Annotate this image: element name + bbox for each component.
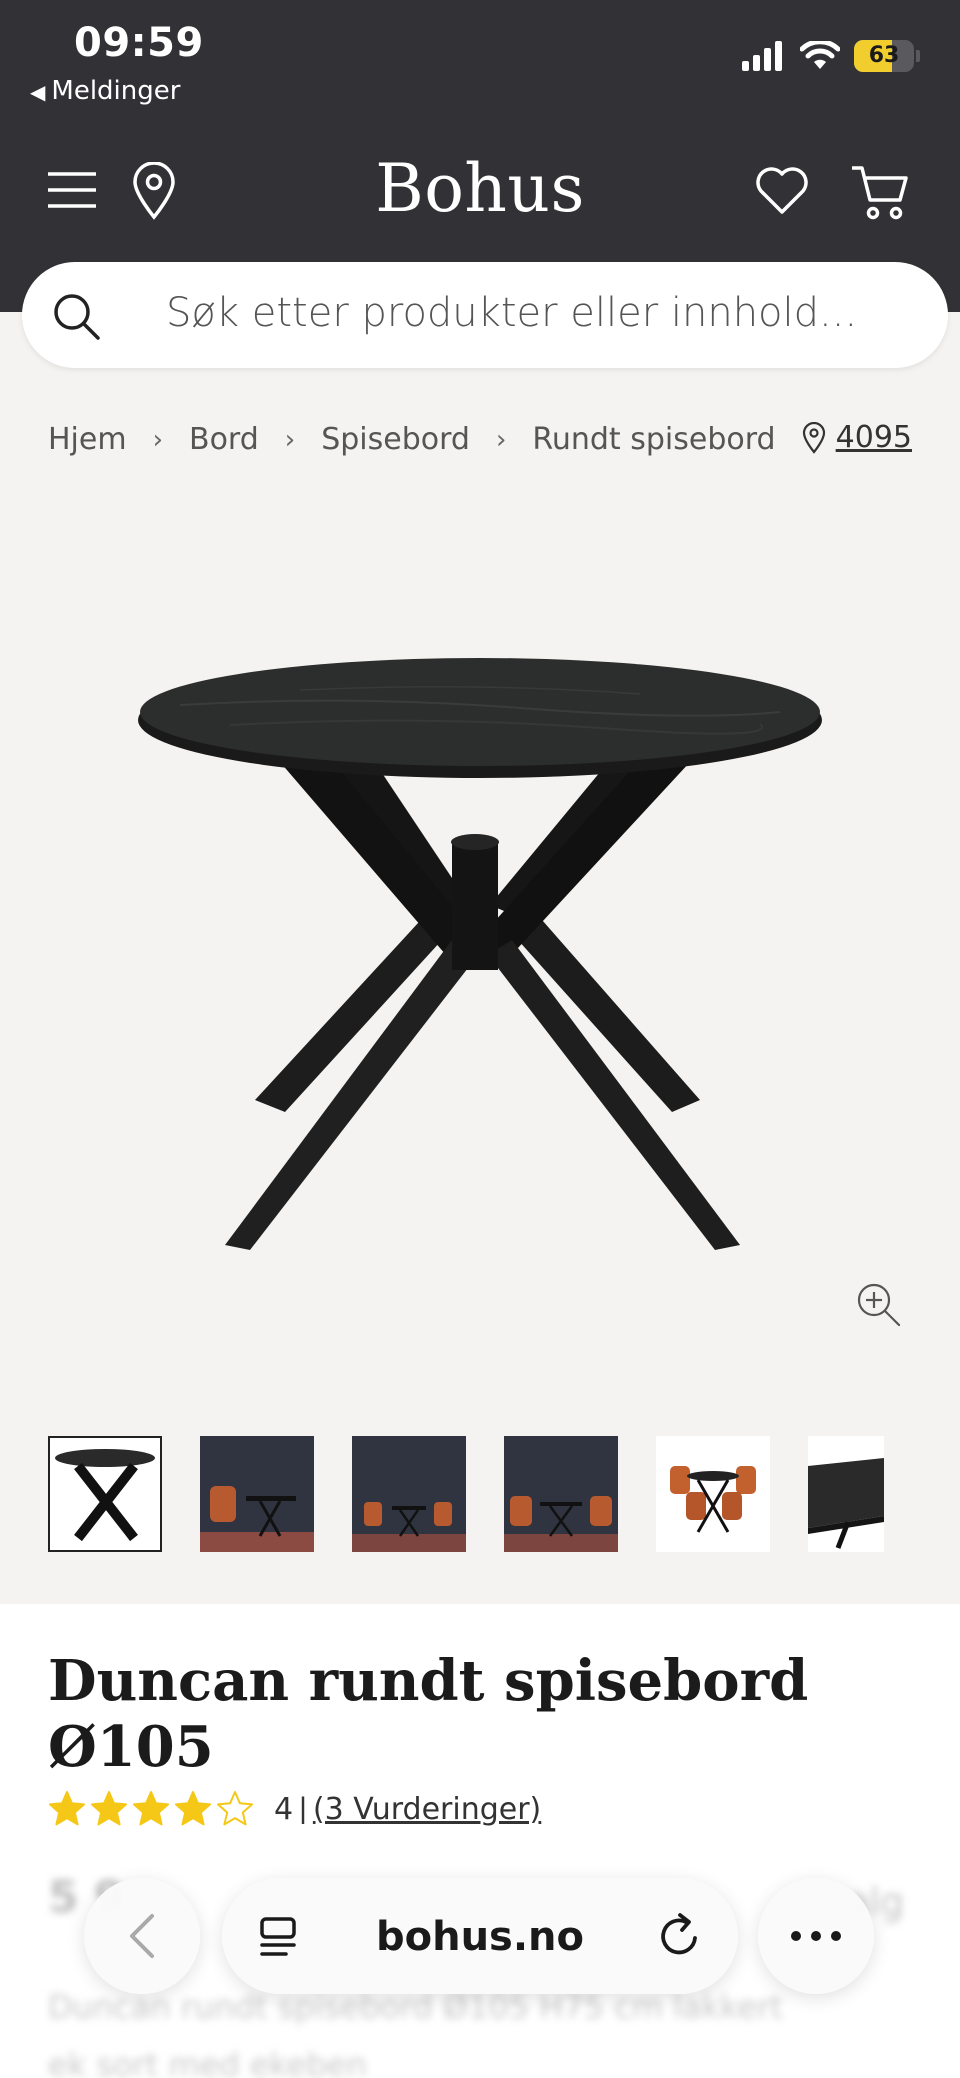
thumbnail-set-image [670, 1466, 756, 1533]
thumbnail-5[interactable] [656, 1436, 770, 1552]
breadcrumb-bord[interactable]: Bord [189, 422, 259, 457]
browser-address-bar[interactable]: bohus.no [222, 1878, 738, 1994]
product-description-line-2: ek sort med ekeben [48, 2046, 367, 2078]
thumbnail-room-image [200, 1486, 314, 1552]
chevron-right-icon: › [284, 424, 296, 455]
status-time: 09:59 [74, 20, 204, 66]
reload-icon[interactable] [658, 1912, 702, 1958]
status-indicators: 63 [742, 40, 920, 72]
thumbnail-4[interactable] [504, 1436, 618, 1552]
star-filled-icon [91, 1791, 127, 1826]
location-pin-icon [802, 421, 825, 454]
thumbnail-detail-image [808, 1458, 884, 1549]
star-filled-icon [49, 1791, 85, 1826]
zoom-in-icon[interactable] [856, 1282, 902, 1328]
store-code[interactable]: 4095 [836, 420, 912, 455]
star-filled-icon [175, 1791, 211, 1826]
rating-value: 4 [274, 1791, 294, 1827]
thumbnail-2[interactable] [200, 1436, 314, 1552]
browser-back-button[interactable] [84, 1878, 200, 1994]
heart-icon[interactable] [754, 166, 810, 216]
star-empty-icon [217, 1791, 253, 1826]
breadcrumb-rundt-spisebord[interactable]: Rundt spisebord [532, 422, 775, 457]
status-back-label: Meldinger [51, 76, 181, 106]
brand-logo[interactable]: Bohus [0, 150, 960, 227]
battery-indicator: 63 [854, 40, 914, 72]
search-input[interactable]: Søk etter produkter eller innhold... [166, 290, 857, 336]
breadcrumb-home[interactable]: Hjem [48, 422, 127, 457]
thumbnail-room-image [504, 1496, 618, 1552]
thumbnail-6[interactable] [808, 1436, 884, 1552]
breadcrumb-spisebord[interactable]: Spisebord [321, 422, 470, 457]
chevron-right-icon: › [495, 424, 507, 455]
thumbnail-strip [48, 1436, 884, 1552]
back-triangle-icon: ◀ [30, 80, 46, 104]
cart-icon[interactable] [850, 162, 910, 222]
chevron-left-icon [130, 1914, 154, 1958]
product-rating: 4 | (3 Vurderinger) [48, 1790, 541, 1828]
battery-tip [916, 50, 920, 62]
thumbnail-1[interactable] [48, 1436, 162, 1552]
rating-stars [48, 1790, 254, 1828]
thumbnail-table-image [55, 1449, 155, 1542]
breadcrumb: Hjem › Bord › Spisebord › Rundt spisebor… [48, 422, 776, 457]
rating-divider: | [299, 1792, 307, 1825]
thumbnail-room-image [352, 1502, 466, 1552]
product-image[interactable] [0, 500, 960, 1380]
store-selector[interactable]: 4095 [802, 420, 912, 455]
thumbnail-3[interactable] [352, 1436, 466, 1552]
more-dots-icon [791, 1931, 841, 1941]
search-icon [54, 294, 100, 340]
wifi-icon [800, 41, 840, 69]
signal-icon [742, 41, 782, 71]
product-title: Duncan rundt spisebord Ø105 [48, 1648, 809, 1780]
chevron-right-icon: › [152, 424, 163, 455]
browser-more-button[interactable] [758, 1878, 874, 1994]
search-bar[interactable]: Søk etter produkter eller innhold... [22, 262, 948, 368]
reviews-link[interactable]: (3 Vurderinger) [313, 1792, 541, 1827]
star-filled-icon [133, 1791, 169, 1826]
battery-percent: 63 [868, 43, 900, 68]
status-back-link[interactable]: ◀ Meldinger [30, 76, 180, 106]
